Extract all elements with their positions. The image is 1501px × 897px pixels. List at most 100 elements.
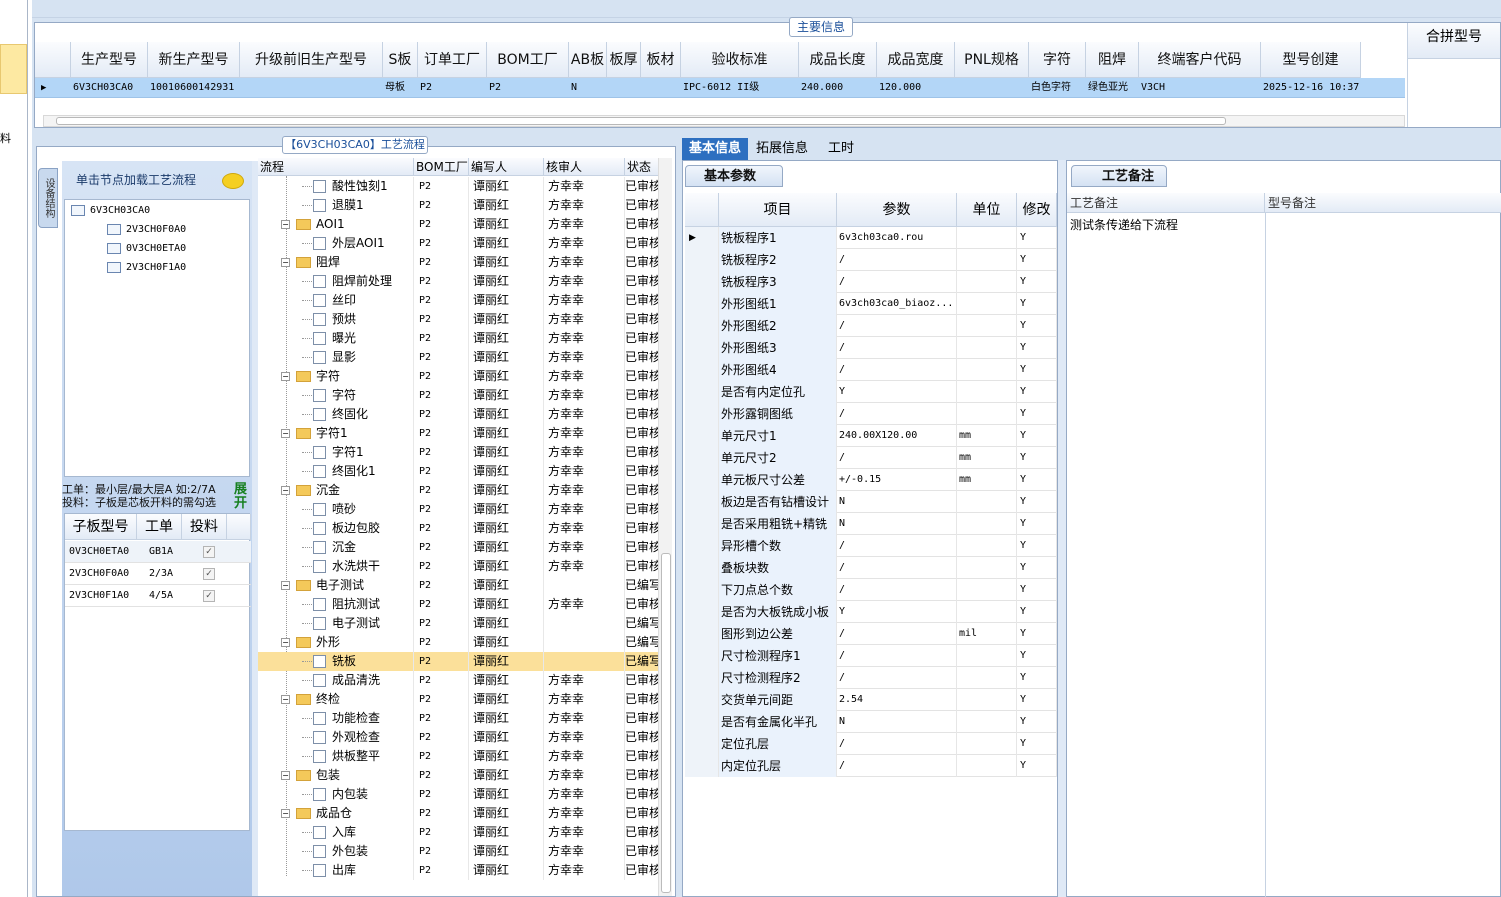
cell-4[interactable]: P2 — [418, 78, 487, 98]
process-row[interactable]: 丝印 P2 谭丽红 方幸幸 已审核 — [258, 291, 658, 310]
process-row[interactable]: 字符 P2 谭丽红 方幸幸 已审核 — [258, 386, 658, 405]
cell-12[interactable] — [955, 78, 1029, 98]
col-header-2[interactable]: 升级前旧生产型号 — [240, 42, 383, 78]
param-row[interactable]: 是否有金属化半孔 N Y — [685, 711, 1057, 733]
col-header-12[interactable]: PNL规格 — [955, 42, 1029, 78]
proc-col-header-1[interactable]: BOM工厂 — [414, 158, 469, 176]
process-row[interactable]: 终固化1 P2 谭丽红 方幸幸 已审核 — [258, 462, 658, 481]
param-value[interactable]: / — [837, 315, 957, 337]
process-scrollbar[interactable] — [658, 158, 672, 896]
proc-col-header-2[interactable]: 编写人 — [469, 158, 544, 176]
process-row[interactable]: 终固化 P2 谭丽红 方幸幸 已审核 — [258, 405, 658, 424]
param-row[interactable]: 外形图纸4/ Y — [685, 359, 1057, 381]
sub-row[interactable]: 0V3CH0ETA0 GB1A ✓ — [65, 541, 251, 563]
param-row[interactable]: 铣板程序3/ Y — [685, 271, 1057, 293]
param-row[interactable]: 外形图纸3/ Y — [685, 337, 1057, 359]
param-value[interactable]: / — [837, 645, 957, 667]
process-row[interactable]: 预烘 P2 谭丽红 方幸幸 已审核 — [258, 310, 658, 329]
cell-3[interactable]: 母板 — [383, 78, 418, 98]
cell-16[interactable]: 2025-12-16 10:37:1 — [1261, 78, 1361, 98]
param-row[interactable]: 铣板程序2/ Y — [685, 249, 1057, 271]
process-row[interactable]: − 电子测试 P2 谭丽红 已编写 — [258, 576, 658, 595]
proc-col-header-0[interactable]: 流程 — [258, 158, 414, 176]
param-value[interactable]: N — [837, 513, 957, 535]
cell-6[interactable]: N — [569, 78, 607, 98]
param-value[interactable]: 2.54 — [837, 689, 957, 711]
param-value[interactable]: / — [837, 667, 957, 689]
param-row[interactable]: 定位孔层 / Y — [685, 733, 1057, 755]
sub-row[interactable]: 2V3CH0F0A0 2/3A ✓ — [65, 563, 251, 585]
param-row[interactable]: 外形图纸1 6v3ch03ca0_biaoz... Y — [685, 293, 1057, 315]
process-row[interactable]: 烘板整平 P2 谭丽红 方幸幸 已审核 — [258, 747, 658, 766]
param-row[interactable]: 图形到边公差 / mil Y — [685, 623, 1057, 645]
param-value[interactable]: / — [837, 337, 957, 359]
cell-15[interactable]: V3CH — [1139, 78, 1261, 98]
col-header-16[interactable]: 型号创建 — [1261, 42, 1361, 78]
side-tab[interactable]: 设备结构 — [38, 168, 58, 228]
param-value[interactable]: +/-0.15 — [837, 469, 957, 491]
col-header-6[interactable]: AB板 — [569, 42, 607, 78]
cell-8[interactable] — [641, 78, 681, 98]
param-row[interactable]: 交货单元间距 2.54 Y — [685, 689, 1057, 711]
collapse-icon[interactable]: − — [281, 220, 290, 229]
process-row[interactable]: − 阻焊 P2 谭丽红 方幸幸 已审核 — [258, 253, 658, 272]
collapse-icon[interactable]: − — [281, 809, 290, 818]
basic-col-header-2[interactable]: 单位 — [957, 193, 1017, 227]
collapse-icon[interactable]: − — [281, 486, 290, 495]
process-row[interactable]: 外层AOI1 P2 谭丽红 方幸幸 已审核 — [258, 234, 658, 253]
col-header-9[interactable]: 验收标准 — [681, 42, 799, 78]
param-value[interactable]: / — [837, 447, 957, 469]
process-row[interactable]: − 外形 P2 谭丽红 已编写 — [258, 633, 658, 652]
tab-1[interactable]: 拓展信息 — [752, 138, 812, 160]
param-value[interactable]: / — [837, 557, 957, 579]
param-value[interactable]: / — [837, 535, 957, 557]
process-row[interactable]: − 终检 P2 谭丽红 方幸幸 已审核 — [258, 690, 658, 709]
col-header-8[interactable]: 板材 — [641, 42, 681, 78]
collapse-icon[interactable]: − — [281, 372, 290, 381]
param-row[interactable]: 尺寸检测程序2/ Y — [685, 667, 1057, 689]
process-row[interactable]: − 包装 P2 谭丽红 方幸幸 已审核 — [258, 766, 658, 785]
param-value[interactable]: / — [837, 733, 957, 755]
param-value[interactable]: 6v3ch03ca0_biaoz... — [837, 293, 957, 315]
param-value[interactable]: Y — [837, 601, 957, 623]
process-row[interactable]: 成品清洗 P2 谭丽红 方幸幸 已审核 — [258, 671, 658, 690]
param-value[interactable]: / — [837, 359, 957, 381]
cell-5[interactable]: P2 — [487, 78, 569, 98]
param-value[interactable]: / — [837, 755, 957, 777]
col-header-15[interactable]: 终端客户代码 — [1139, 42, 1261, 78]
param-value[interactable]: / — [837, 623, 957, 645]
process-row[interactable]: 阻焊前处理 P2 谭丽红 方幸幸 已审核 — [258, 272, 658, 291]
col-header-7[interactable]: 板厚 — [607, 42, 641, 78]
proc-col-header-4[interactable]: 状态 — [625, 158, 658, 176]
expand-button[interactable]: 展开 — [234, 483, 252, 513]
process-row[interactable]: − 字符 P2 谭丽红 方幸幸 已审核 — [258, 367, 658, 386]
param-row[interactable]: 异形槽个数 / Y — [685, 535, 1057, 557]
col-header-10[interactable]: 成品长度 — [799, 42, 877, 78]
sub-row[interactable]: 2V3CH0F1A0 4/5A ✓ — [65, 585, 251, 607]
param-value[interactable]: 6v3ch03ca0.rou — [837, 227, 957, 249]
process-row[interactable]: 外包装 P2 谭丽红 方幸幸 已审核 — [258, 842, 658, 861]
process-row[interactable]: 曝光 P2 谭丽红 方幸幸 已审核 — [258, 329, 658, 348]
process-row[interactable]: 沉金 P2 谭丽红 方幸幸 已审核 — [258, 538, 658, 557]
param-row[interactable]: 外形露铜图纸 / Y — [685, 403, 1057, 425]
process-row[interactable]: 阻抗测试 P2 谭丽红 方幸幸 已审核 — [258, 595, 658, 614]
scroll-thumb[interactable] — [661, 553, 671, 893]
basic-col-header-1[interactable]: 参数 — [837, 193, 957, 227]
process-row[interactable]: 电子测试 P2 谭丽红 已编写 — [258, 614, 658, 633]
tree-node[interactable]: 2V3CH0F1A0 — [107, 259, 186, 277]
param-row[interactable]: 单元尺寸1 240.00X120.00 mm Y — [685, 425, 1057, 447]
param-row[interactable]: 尺寸检测程序1/ Y — [685, 645, 1057, 667]
param-row[interactable]: 叠板块数 / Y — [685, 557, 1057, 579]
param-value[interactable]: N — [837, 711, 957, 733]
panel-splitter-2[interactable] — [1058, 160, 1066, 897]
nav-highlight[interactable] — [0, 44, 27, 94]
cell-10[interactable]: 240.000 — [799, 78, 877, 98]
process-row[interactable]: − AOI1 P2 谭丽红 方幸幸 已审核 — [258, 215, 658, 234]
param-value[interactable]: 240.00X120.00 — [837, 425, 957, 447]
col-header-14[interactable]: 阻焊 — [1086, 42, 1139, 78]
param-row[interactable]: 单元板尺寸公差 +/-0.15 mm Y — [685, 469, 1057, 491]
process-row[interactable]: 铣板 P2 谭丽红 已编写 — [258, 652, 658, 671]
process-row[interactable]: 功能检查 P2 谭丽红 方幸幸 已审核 — [258, 709, 658, 728]
process-row[interactable]: 板边包胶 P2 谭丽红 方幸幸 已审核 — [258, 519, 658, 538]
tree-root[interactable]: 6V3CH03CA0 — [71, 202, 150, 220]
